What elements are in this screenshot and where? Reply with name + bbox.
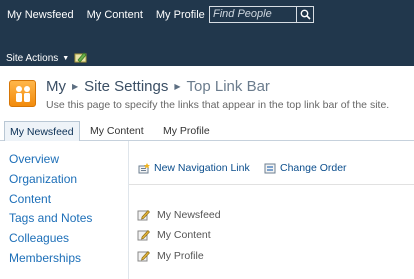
change-order-icon	[264, 163, 276, 173]
title-area: My ▶ Site Settings ▶ Top Link Bar Use th…	[0, 66, 414, 118]
people-search: Find People	[209, 6, 314, 23]
people-icon	[9, 80, 36, 107]
link-label: My Profile	[157, 250, 204, 262]
page-title: Top Link Bar	[186, 78, 270, 95]
quick-launch: Overview Organization Content Tags and N…	[0, 141, 128, 279]
link-label: My Content	[157, 229, 211, 241]
main-content: New Navigation Link Change Order My News…	[128, 141, 414, 279]
tab-my-profile[interactable]: My Profile	[158, 121, 215, 141]
top-nav-my-newsfeed[interactable]: My Newsfeed	[7, 9, 74, 21]
page-description: Use this page to specify the links that …	[46, 99, 390, 111]
breadcrumb-my[interactable]: My	[46, 78, 66, 95]
tab-my-newsfeed[interactable]: My Newsfeed	[4, 121, 80, 142]
edit-link-icon[interactable]	[137, 209, 150, 221]
breadcrumb-site-settings[interactable]: Site Settings	[84, 78, 168, 95]
edit-link-icon[interactable]	[137, 229, 150, 241]
nav-item-colleagues[interactable]: Colleagues	[9, 231, 69, 245]
top-nav-my-content[interactable]: My Content	[87, 9, 143, 21]
chevron-right-icon: ▶	[174, 82, 181, 91]
site-actions-menu[interactable]: Site Actions ▼	[6, 53, 69, 64]
edit-link-icon[interactable]	[137, 250, 150, 262]
nav-item-content[interactable]: Content	[9, 192, 51, 206]
top-link-bar: My Newsfeed My Content My Profile	[0, 118, 414, 142]
search-input[interactable]: Find People	[209, 6, 297, 23]
breadcrumb: My ▶ Site Settings ▶ Top Link Bar	[46, 78, 270, 95]
new-navigation-link-button[interactable]: New Navigation Link	[138, 162, 250, 174]
edit-page-icon[interactable]	[74, 51, 88, 63]
top-nav-my-profile[interactable]: My Profile	[156, 9, 205, 21]
link-label: My Newsfeed	[157, 209, 221, 221]
search-icon	[300, 9, 311, 20]
nav-item-overview[interactable]: Overview	[9, 152, 59, 166]
change-order-label: Change Order	[280, 162, 347, 174]
link-toolbar: New Navigation Link Change Order	[129, 147, 414, 185]
nav-item-tags-and-notes[interactable]: Tags and Notes	[9, 211, 92, 225]
top-bar: My Newsfeed My Content My Profile Find P…	[0, 0, 414, 66]
link-row[interactable]: My Profile	[137, 250, 204, 262]
top-nav: My Newsfeed My Content My Profile	[0, 9, 211, 21]
nav-item-organization[interactable]: Organization	[9, 172, 77, 186]
chevron-right-icon: ▶	[72, 82, 79, 91]
chevron-down-icon: ▼	[62, 55, 70, 62]
actions-bar: Site Actions ▼	[0, 46, 414, 66]
tab-my-content[interactable]: My Content	[85, 121, 149, 141]
site-actions-label: Site Actions	[6, 53, 59, 64]
new-link-icon	[138, 162, 150, 173]
change-order-button[interactable]: Change Order	[264, 162, 347, 174]
link-row[interactable]: My Content	[137, 229, 211, 241]
nav-item-memberships[interactable]: Memberships	[9, 251, 81, 265]
search-button[interactable]	[297, 6, 314, 23]
new-navigation-link-label: New Navigation Link	[154, 162, 250, 174]
link-row[interactable]: My Newsfeed	[137, 209, 221, 221]
